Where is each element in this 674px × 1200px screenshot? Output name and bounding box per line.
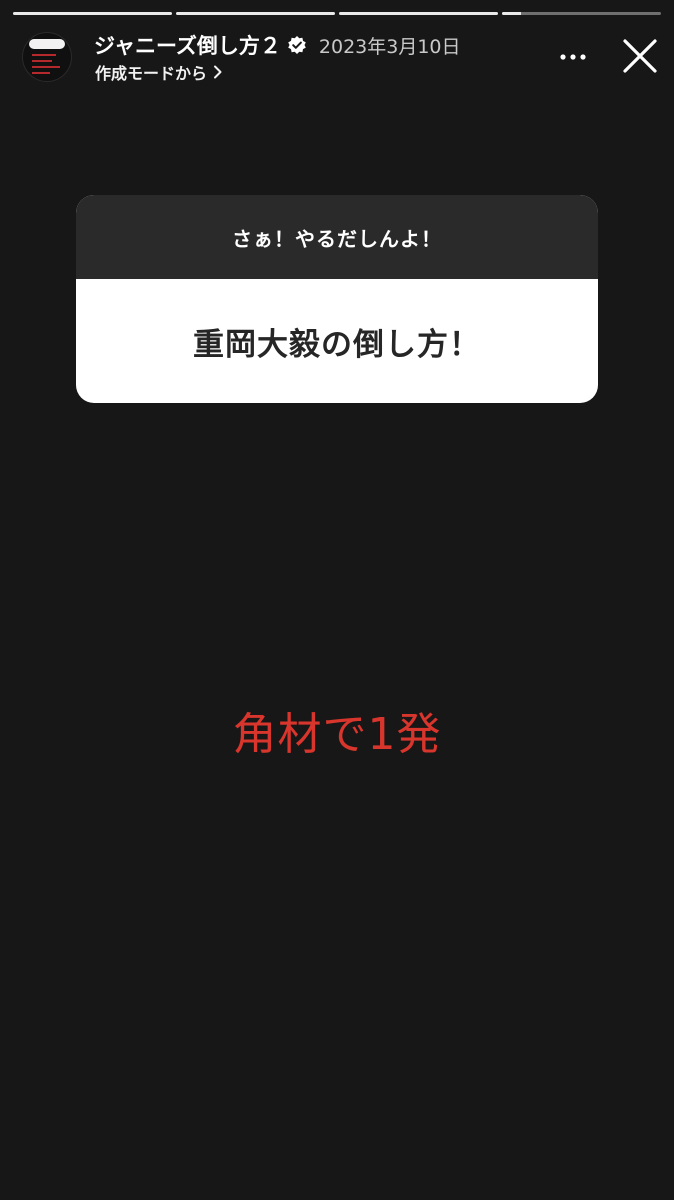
user-row: ジャニーズ倒し方２ 2023年3月10日 bbox=[94, 30, 461, 60]
story-header: ジャニーズ倒し方２ 2023年3月10日 作成モードから bbox=[0, 28, 674, 88]
close-icon bbox=[623, 39, 657, 73]
create-mode-label: 作成モードから bbox=[95, 64, 208, 83]
more-options-icon bbox=[560, 54, 586, 60]
chevron-right-icon bbox=[214, 65, 222, 79]
question-answer: 重岡大毅の倒し方！ bbox=[193, 326, 481, 363]
create-mode-link[interactable]: 作成モードから bbox=[95, 60, 223, 84]
question-sticker-answer: 重岡大毅の倒し方！ bbox=[76, 279, 598, 403]
progress-segment bbox=[13, 12, 172, 15]
question-prompt: さぁ！やるだしんよ！ bbox=[232, 226, 442, 251]
reply-text: 角材で1発 bbox=[232, 709, 442, 760]
avatar[interactable] bbox=[22, 32, 72, 82]
progress-segment bbox=[176, 12, 335, 15]
close-button[interactable] bbox=[620, 36, 660, 76]
post-date: 2023年3月10日 bbox=[318, 35, 461, 58]
verified-badge-icon bbox=[287, 35, 307, 55]
question-sticker-header: さぁ！やるだしんよ！ bbox=[76, 195, 598, 279]
story-progress-bar bbox=[13, 12, 661, 16]
username[interactable]: ジャニーズ倒し方２ bbox=[94, 30, 281, 60]
progress-segment bbox=[502, 12, 661, 15]
question-sticker: さぁ！やるだしんよ！ 重岡大毅の倒し方！ bbox=[76, 195, 598, 403]
more-options-button[interactable] bbox=[558, 42, 588, 72]
progress-segment bbox=[339, 12, 498, 15]
